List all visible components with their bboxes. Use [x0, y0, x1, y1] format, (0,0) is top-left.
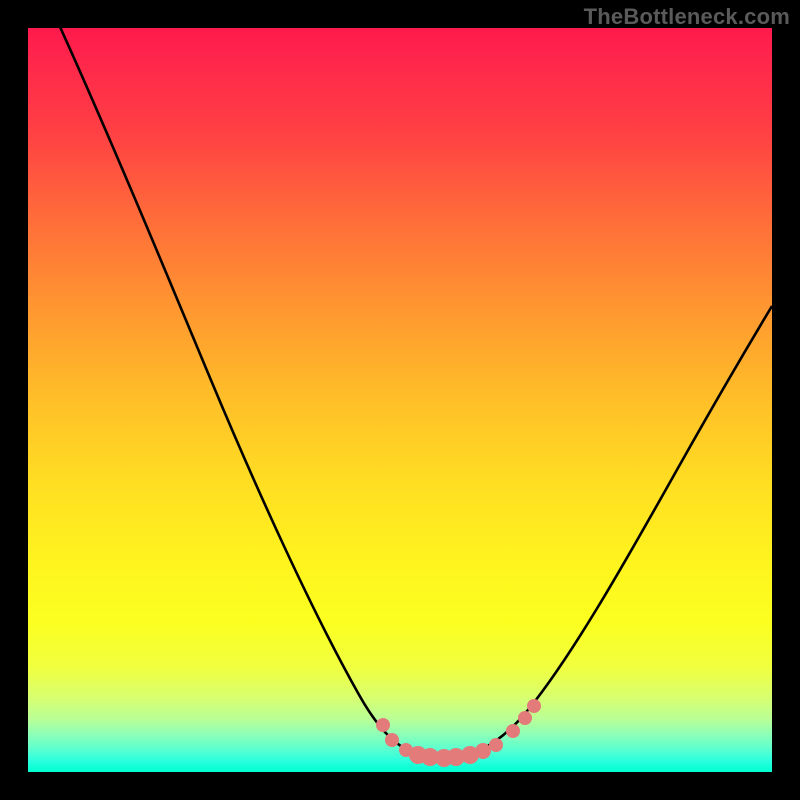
bottleneck-curve — [56, 28, 772, 758]
watermark-text: TheBottleneck.com — [584, 4, 790, 30]
chart-frame: TheBottleneck.com — [0, 0, 800, 800]
curve-layer — [28, 28, 772, 772]
marker-beads — [376, 699, 541, 767]
plot-area — [28, 28, 772, 772]
